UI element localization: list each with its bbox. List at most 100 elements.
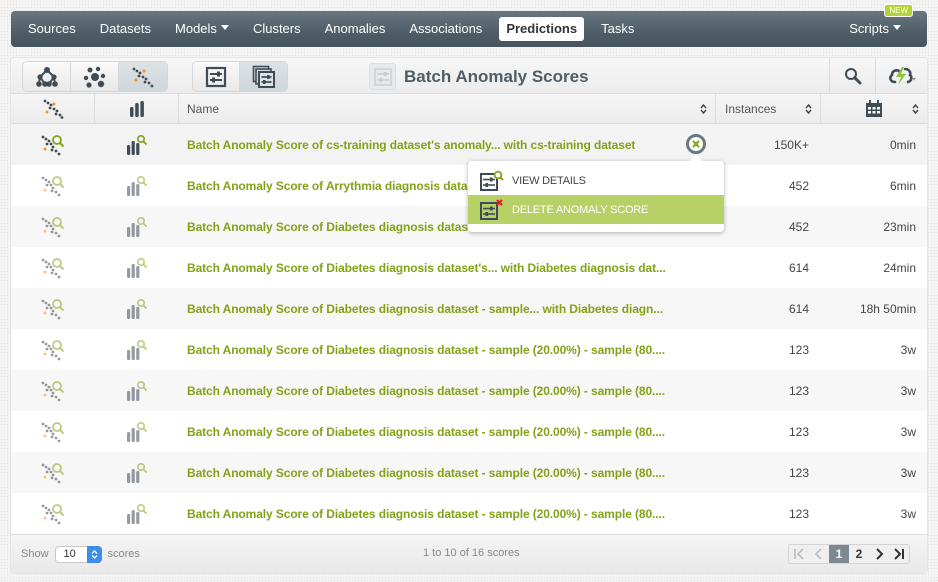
- name-cell: Batch Anomaly Score of Diabetes diagnosi…: [179, 452, 716, 493]
- dataset-cell: [95, 411, 179, 452]
- bar-chart-icon: [129, 101, 144, 117]
- bar-chart-search-icon: [127, 462, 148, 483]
- toolbar-actions: [829, 58, 927, 94]
- actions-menu-button[interactable]: [875, 58, 927, 94]
- column-instances-label: Instances: [725, 102, 777, 116]
- anomaly-search-icon: [41, 216, 65, 237]
- anomaly-cell: [11, 288, 95, 329]
- cluster-view-button[interactable]: [71, 62, 119, 91]
- anomaly-view-button[interactable]: [119, 62, 167, 91]
- bar-chart-search-icon: [127, 339, 148, 360]
- batch-anomaly-score-link[interactable]: Batch Anomaly Score of cs-training datas…: [187, 138, 635, 152]
- page-button-2[interactable]: 2: [849, 545, 869, 563]
- nav-predictions[interactable]: Predictions: [499, 17, 585, 41]
- toolbar: Batch Anomaly Scores: [11, 58, 927, 94]
- sort-icon: [805, 103, 812, 115]
- menu-item-view-details[interactable]: VIEW DETAILS: [468, 166, 724, 195]
- chevron-down-icon: [893, 25, 901, 31]
- last-page-button[interactable]: [889, 545, 909, 563]
- cloud-lightning-icon: [888, 67, 916, 85]
- table-row[interactable]: Batch Anomaly Score of Diabetes diagnosi…: [11, 411, 927, 452]
- batch-prediction-icon: [252, 65, 275, 88]
- anomaly-search-icon: [41, 175, 65, 196]
- age-cell: 24min: [883, 260, 916, 275]
- name-cell: Batch Anomaly Score of Diabetes diagnosi…: [179, 288, 716, 329]
- show-label: Show: [21, 548, 49, 560]
- previous-page-button[interactable]: [809, 545, 829, 563]
- model-view-button[interactable]: [23, 62, 71, 91]
- age-cell: 23min: [883, 219, 916, 234]
- age-cell: 6min: [889, 178, 916, 193]
- batch-prediction-button[interactable]: [240, 62, 287, 91]
- bar-chart-search-icon: [127, 257, 148, 278]
- table-row[interactable]: Batch Anomaly Score of Diabetes diagnosi…: [11, 247, 927, 288]
- anomaly-icon: [132, 67, 154, 87]
- column-name[interactable]: Name: [179, 94, 716, 124]
- name-cell: Batch Anomaly Score of Diabetes diagnosi…: [179, 247, 716, 288]
- bar-chart-search-icon: [127, 503, 148, 524]
- table-row[interactable]: Batch Anomaly Score of Diabetes diagnosi…: [11, 452, 927, 493]
- bar-chart-search-icon: [127, 380, 148, 401]
- single-prediction-button[interactable]: [193, 62, 240, 91]
- anomaly-cell: [11, 411, 95, 452]
- batch-anomaly-score-link[interactable]: Batch Anomaly Score of Diabetes diagnosi…: [187, 302, 663, 316]
- nav-sources[interactable]: Sources: [16, 17, 88, 41]
- nav-models-label: Models: [175, 21, 217, 36]
- table-row[interactable]: Batch Anomaly Score of Diabetes diagnosi…: [11, 370, 927, 411]
- column-date[interactable]: [821, 94, 927, 124]
- nav-clusters[interactable]: Clusters: [241, 17, 313, 41]
- dataset-cell: [95, 329, 179, 370]
- single-prediction-icon: [205, 66, 227, 87]
- anomaly-cell: [11, 329, 95, 370]
- column-dataset-type[interactable]: [95, 94, 179, 124]
- page-title-area: Batch Anomaly Scores: [369, 62, 589, 91]
- anomaly-search-icon: [41, 134, 65, 155]
- table-row[interactable]: Batch Anomaly Score of Diabetes diagnosi…: [11, 288, 927, 329]
- sort-icon: [700, 103, 707, 115]
- first-page-icon: [794, 548, 804, 560]
- nav-datasets[interactable]: Datasets: [88, 17, 163, 41]
- nav-tasks[interactable]: Tasks: [589, 17, 646, 41]
- column-instances[interactable]: Instances: [716, 94, 821, 124]
- column-anomaly-type[interactable]: [11, 94, 95, 124]
- table-row[interactable]: Batch Anomaly Score of Diabetes diagnosi…: [11, 329, 927, 370]
- pagination-range: 1 to 10 of 16 scores: [423, 547, 520, 559]
- age-cell: 0min: [889, 137, 916, 152]
- page-size-select[interactable]: 10: [54, 545, 102, 563]
- batch-anomaly-score-link[interactable]: Batch Anomaly Score of Diabetes diagnosi…: [187, 425, 665, 439]
- menu-item-delete-anomaly-score[interactable]: DELETE ANOMALY SCORE: [468, 195, 724, 224]
- sort-icon: [912, 103, 919, 115]
- close-menu-button[interactable]: [686, 134, 706, 154]
- chevron-right-icon: [876, 548, 884, 560]
- batch-anomaly-score-link[interactable]: Batch Anomaly Score of Diabetes diagnosi…: [187, 220, 468, 234]
- batch-anomaly-score-link[interactable]: Batch Anomaly Score of Diabetes diagnosi…: [187, 343, 665, 357]
- instances-cell: 123: [788, 465, 809, 480]
- nav-scripts[interactable]: Scripts NEW: [837, 4, 913, 41]
- next-page-button[interactable]: [869, 545, 889, 563]
- batch-anomaly-score-link[interactable]: Batch Anomaly Score of Diabetes diagnosi…: [187, 384, 665, 398]
- anomaly-search-icon: [41, 257, 65, 278]
- page-title: Batch Anomaly Scores: [404, 66, 589, 86]
- anomaly-search-icon: [41, 380, 65, 401]
- first-page-button[interactable]: [789, 545, 809, 563]
- table-row[interactable]: Batch Anomaly Score of Diabetes diagnosi…: [11, 493, 927, 534]
- dataset-cell: [95, 288, 179, 329]
- cluster-icon: [83, 66, 105, 88]
- batch-anomaly-score-link[interactable]: Batch Anomaly Score of Arrythmia diagnos…: [187, 179, 468, 193]
- bar-chart-search-icon: [127, 216, 148, 237]
- nav-models[interactable]: Models: [163, 17, 241, 41]
- page-button-1[interactable]: 1: [829, 545, 849, 563]
- batch-anomaly-score-link[interactable]: Batch Anomaly Score of Diabetes diagnosi…: [187, 466, 665, 480]
- main-panel: Batch Anomaly Scores Name Instances Batc…: [11, 58, 927, 573]
- batch-anomaly-score-link[interactable]: Batch Anomaly Score of Diabetes diagnosi…: [187, 261, 666, 275]
- anomaly-cell: [11, 493, 95, 534]
- table-row[interactable]: Batch Anomaly Score of cs-training datas…: [11, 124, 927, 165]
- search-button[interactable]: [829, 58, 875, 94]
- nav-associations[interactable]: Associations: [397, 17, 494, 41]
- dataset-cell: [95, 370, 179, 411]
- select-spinner-icon: [86, 545, 102, 563]
- nav-scripts-label: Scripts: [849, 21, 889, 36]
- name-cell: Batch Anomaly Score of Diabetes diagnosi…: [179, 411, 716, 452]
- nav-anomalies[interactable]: Anomalies: [313, 17, 398, 41]
- batch-anomaly-score-link[interactable]: Batch Anomaly Score of Diabetes diagnosi…: [187, 507, 665, 521]
